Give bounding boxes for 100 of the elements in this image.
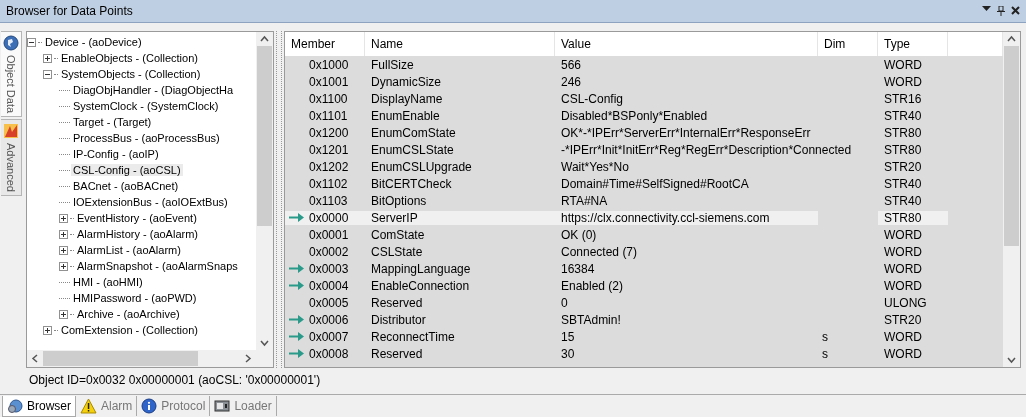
- tree-item[interactable]: AlarmHistory - (aoAlarm): [75, 228, 200, 240]
- scrollbar[interactable]: [256, 32, 273, 350]
- dropdown-icon[interactable]: [982, 6, 991, 12]
- table-cell: 30: [561, 346, 575, 361]
- table-cell: ServerIP: [371, 210, 418, 225]
- side-tab[interactable]: Object Data: [0, 31, 22, 118]
- table-cell: 0x1001: [309, 74, 349, 89]
- table-cell: ULONG: [884, 295, 927, 310]
- table-cell: 0x0006: [309, 312, 349, 327]
- table-cell: OK*-*IPErr*ServerErr*InternalErr*ResponseErr: [561, 125, 811, 140]
- expand-icon[interactable]: [59, 213, 68, 223]
- bottom-tab[interactable]: Protocol: [137, 396, 211, 416]
- table-cell: 0x1103: [309, 193, 348, 208]
- expand-icon[interactable]: [59, 309, 68, 319]
- table-cell: DisplayName: [371, 91, 443, 106]
- table-cell: STR80: [884, 210, 922, 225]
- column-header[interactable]: Type: [878, 32, 948, 56]
- bottom-tab[interactable]: Alarm: [76, 396, 138, 416]
- table-cell: Reserved: [371, 346, 423, 361]
- globe-icon: [2, 35, 19, 51]
- tree-item[interactable]: SystemObjects - (Collection): [59, 68, 203, 80]
- table-cell: EnumCSLState: [371, 142, 454, 157]
- scrollbar[interactable]: [1003, 32, 1020, 367]
- tree-item[interactable]: ProcessBus - (aoProcessBus): [71, 132, 222, 144]
- table-cell: BitCERTCheck: [371, 176, 452, 191]
- table-cell: Domain#Time#SelfSigned#RootCA: [561, 176, 749, 191]
- tree-item[interactable]: AlarmSnapshot - (aoAlarmSnaps: [75, 260, 240, 272]
- table-cell: STR40: [884, 193, 922, 208]
- table-cell: EnumEnable: [371, 108, 440, 123]
- table-cell: EnumCSLUpgrade: [371, 159, 472, 174]
- pin-icon[interactable]: [997, 6, 1005, 16]
- table-cell: Enabled (2): [561, 278, 624, 293]
- column-header[interactable]: Name: [365, 32, 555, 56]
- expand-icon[interactable]: [59, 229, 68, 239]
- tree-item[interactable]: Device - (aoDevice): [43, 36, 144, 48]
- table-cell: 0x1102: [309, 176, 348, 191]
- close-icon[interactable]: [1011, 6, 1020, 15]
- bottom-tab[interactable]: Loader: [210, 396, 277, 416]
- tree-item[interactable]: HMI - (aoHMI): [71, 276, 145, 288]
- table-cell: CSL-Config: [561, 91, 624, 106]
- warning-icon: [80, 398, 97, 414]
- expand-icon[interactable]: [43, 53, 52, 63]
- table-cell: 0x0003: [309, 261, 349, 276]
- table-cell: DynamicSize: [371, 74, 442, 89]
- table-cell: BitOptions: [371, 193, 427, 208]
- table-cell: STR80: [884, 125, 922, 140]
- column-header[interactable]: Value: [555, 32, 818, 56]
- table-cell: 0x0004: [309, 278, 349, 293]
- column-header[interactable]: Member: [285, 32, 365, 56]
- side-tab[interactable]: Advanced: [0, 119, 22, 197]
- tree-item[interactable]: ComExtension - (Collection): [59, 324, 200, 336]
- table-cell: EnumComState: [371, 125, 456, 140]
- tree-item[interactable]: BACnet - (aoBACnet): [71, 180, 181, 192]
- tree-item[interactable]: HMIPassword - (aoPWD): [71, 292, 199, 304]
- table-cell: 0: [561, 295, 568, 310]
- table-cell: ComState: [371, 227, 425, 242]
- table-cell: SBTAdmin!: [561, 312, 621, 327]
- table-cell: 566: [561, 57, 582, 72]
- tree-item[interactable]: IOExtensionBus - (aoIOExtBus): [71, 196, 230, 208]
- tree-item[interactable]: Archive - (aoArchive): [75, 308, 182, 320]
- tree-item[interactable]: SystemClock - (SystemClock): [71, 100, 221, 112]
- table-cell: OK (0): [561, 227, 597, 242]
- table-cell: 0x1200: [309, 125, 349, 140]
- table-cell: https://clx.connectivity.ccl-siemens.com: [561, 210, 770, 225]
- table-cell: 0x0001: [309, 227, 349, 242]
- tree-item[interactable]: EventHistory - (aoEvent): [75, 212, 199, 224]
- table-cell: 0x1101: [309, 108, 348, 123]
- expand-icon[interactable]: [59, 261, 68, 271]
- table-cell: 15: [561, 329, 575, 344]
- table-cell: 16384: [561, 261, 595, 276]
- chart-icon: [2, 123, 19, 140]
- table-cell: STR20: [884, 159, 922, 174]
- horizontal-scrollbar[interactable]: [27, 350, 273, 367]
- collapse-icon[interactable]: [27, 37, 36, 47]
- table-cell: STR40: [884, 108, 922, 123]
- tree-item[interactable]: IP-Config - (aoIP): [71, 148, 161, 160]
- collapse-icon[interactable]: [43, 69, 52, 79]
- tree-item[interactable]: AlarmList - (aoAlarm): [75, 244, 183, 256]
- gear-globe-icon: [7, 397, 23, 414]
- bottom-tab[interactable]: Browser: [2, 395, 76, 417]
- table-cell: Connected (7): [561, 244, 638, 259]
- tree-item[interactable]: EnableObjects - (Collection): [59, 52, 200, 64]
- device-icon: [214, 398, 231, 414]
- tree-item[interactable]: CSL-Config - (aoCSL): [71, 164, 183, 176]
- table-cell: Wait*Yes*No: [561, 159, 629, 174]
- expand-icon[interactable]: [43, 325, 52, 335]
- table-cell: 0x0005: [309, 295, 349, 310]
- expand-icon[interactable]: [59, 245, 68, 255]
- table-cell: CSLState: [371, 244, 423, 259]
- table-cell: 0x0008: [309, 346, 349, 361]
- table-cell: 0x0000: [309, 210, 349, 225]
- tree-item[interactable]: Target - (Target): [71, 116, 154, 128]
- column-header[interactable]: Dim: [818, 32, 878, 56]
- table-cell: STR80: [884, 142, 922, 157]
- tree-item[interactable]: DiagObjHandler - (DiagObjectHa: [71, 84, 236, 96]
- table-cell: WORD: [884, 346, 922, 361]
- table-cell: WORD: [884, 227, 922, 242]
- table-cell: ReconnectTime: [371, 329, 455, 344]
- table-cell: RTA#NA: [561, 193, 608, 208]
- table-cell: FullSize: [371, 57, 414, 72]
